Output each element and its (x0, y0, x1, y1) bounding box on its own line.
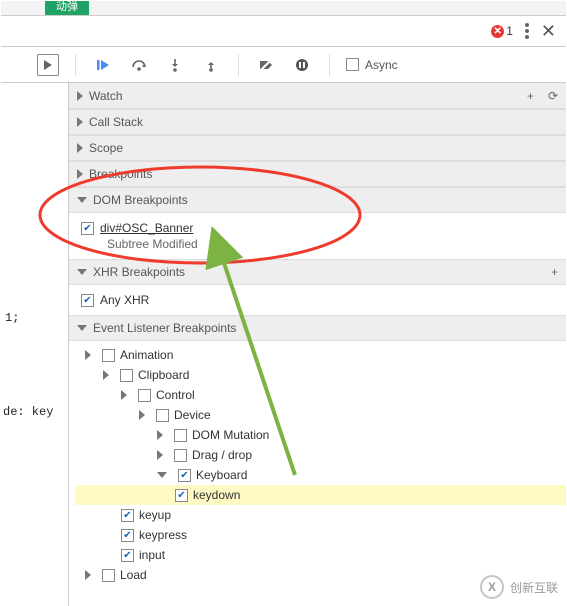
chevron-right-icon (77, 169, 83, 179)
watermark: X 创新互联 (480, 575, 558, 599)
tab-dontan[interactable]: 动弹 (45, 1, 89, 15)
watermark-logo-icon: X (480, 575, 504, 599)
separator (238, 54, 239, 76)
section-title: DOM Breakpoints (93, 193, 188, 207)
tree-label: Load (120, 568, 147, 582)
chevron-right-icon (77, 117, 83, 127)
error-indicator[interactable]: ✕ 1 (491, 24, 513, 38)
code-gutter: 1; de: key (1, 83, 69, 606)
pause-on-exceptions-icon[interactable] (291, 54, 313, 76)
tree-item-keyup[interactable]: keyup (75, 505, 566, 525)
section-title: Breakpoints (89, 167, 152, 181)
error-count: 1 (506, 24, 513, 38)
record-icon[interactable] (37, 54, 59, 76)
chevron-right-icon (85, 570, 91, 580)
tree-item-keypress[interactable]: keypress (75, 525, 566, 545)
chevron-down-icon (77, 325, 87, 331)
section-title: Call Stack (89, 115, 143, 129)
tree-checkbox[interactable] (174, 429, 187, 442)
add-xhr-breakpoint-icon[interactable]: + (551, 265, 558, 279)
tree-checkbox[interactable] (138, 389, 151, 402)
close-icon[interactable]: ✕ (541, 22, 556, 40)
dom-breakpoint-selector: div#OSC_Banner (100, 221, 193, 235)
tree-checkbox[interactable] (178, 469, 191, 482)
tree-checkbox[interactable] (121, 509, 134, 522)
chevron-right-icon (77, 91, 83, 101)
tree-item-dom-mutation[interactable]: DOM Mutation (75, 425, 566, 445)
refresh-icon[interactable]: ⟳ (548, 89, 558, 103)
chevron-right-icon (157, 450, 163, 460)
chevron-right-icon (121, 390, 127, 400)
error-icon: ✕ (491, 25, 504, 38)
section-breakpoints[interactable]: Breakpoints (69, 161, 566, 187)
tree-item-input[interactable]: input (75, 545, 566, 565)
section-dom-breakpoints[interactable]: DOM Breakpoints (69, 187, 566, 213)
async-checkbox[interactable] (346, 58, 359, 71)
tree-label: DOM Mutation (192, 428, 269, 442)
code-snippet: de: key (3, 405, 53, 419)
tree-label: Drag / drop (192, 448, 252, 462)
tree-checkbox[interactable] (121, 529, 134, 542)
tree-item-keyboard[interactable]: Keyboard (75, 465, 566, 485)
dom-breakpoint-type: Subtree Modified (77, 237, 566, 251)
tree-label: Animation (120, 348, 173, 362)
chevron-right-icon (157, 430, 163, 440)
kebab-menu-icon[interactable] (525, 23, 529, 39)
step-over-icon[interactable] (128, 54, 150, 76)
tree-label: input (139, 548, 165, 562)
step-into-icon[interactable] (164, 54, 186, 76)
tree-label: keyup (139, 508, 171, 522)
tree-item-clipboard[interactable]: Clipboard (75, 365, 566, 385)
step-out-icon[interactable] (200, 54, 222, 76)
tree-item-animation[interactable]: Animation (75, 345, 566, 365)
tree-label: Control (156, 388, 195, 402)
dom-breakpoint-checkbox[interactable] (81, 222, 94, 235)
watermark-text: 创新互联 (510, 579, 558, 596)
chevron-down-icon (157, 472, 167, 478)
tree-item-device[interactable]: Device (75, 405, 566, 425)
resume-script-icon[interactable] (92, 54, 114, 76)
section-watch[interactable]: Watch + ⟳ (69, 83, 566, 109)
dom-breakpoint-entry[interactable]: div#OSC_Banner (77, 217, 566, 239)
section-title: Event Listener Breakpoints (93, 321, 236, 335)
chevron-down-icon (77, 197, 87, 203)
tree-checkbox[interactable] (121, 549, 134, 562)
separator (75, 54, 76, 76)
tree-checkbox[interactable] (120, 369, 133, 382)
tree-checkbox[interactable] (102, 349, 115, 362)
tree-label: keypress (139, 528, 187, 542)
chevron-right-icon (77, 143, 83, 153)
deactivate-breakpoints-icon[interactable] (255, 54, 277, 76)
async-toggle[interactable]: Async (346, 58, 398, 72)
section-scope[interactable]: Scope (69, 135, 566, 161)
separator (329, 54, 330, 76)
tree-label: Device (174, 408, 211, 422)
tree-item-drag-drop[interactable]: Drag / drop (75, 445, 566, 465)
code-snippet: 1; (5, 311, 19, 325)
tree-checkbox[interactable] (102, 569, 115, 582)
any-xhr-checkbox[interactable] (81, 294, 94, 307)
chevron-right-icon (85, 350, 91, 360)
tree-label: Clipboard (138, 368, 189, 382)
tree-checkbox[interactable] (174, 449, 187, 462)
chevron-right-icon (139, 410, 145, 420)
tree-checkbox[interactable] (156, 409, 169, 422)
tree-label: Keyboard (196, 468, 247, 482)
section-title: Scope (89, 141, 123, 155)
any-xhr-label: Any XHR (100, 293, 149, 307)
add-watch-icon[interactable]: + (527, 89, 534, 103)
async-label: Async (365, 58, 398, 72)
section-event-listener-breakpoints[interactable]: Event Listener Breakpoints (69, 315, 566, 341)
section-title: XHR Breakpoints (93, 265, 185, 279)
chevron-right-icon (103, 370, 109, 380)
section-title: Watch (89, 89, 123, 103)
any-xhr-row[interactable]: Any XHR (77, 289, 566, 311)
chevron-down-icon (77, 269, 87, 275)
tree-item-keydown[interactable]: keydown (75, 485, 566, 505)
section-xhr-breakpoints[interactable]: XHR Breakpoints + (69, 259, 566, 285)
tree-label: keydown (193, 488, 240, 502)
section-call-stack[interactable]: Call Stack (69, 109, 566, 135)
tree-item-control[interactable]: Control (75, 385, 566, 405)
tree-checkbox[interactable] (175, 489, 188, 502)
